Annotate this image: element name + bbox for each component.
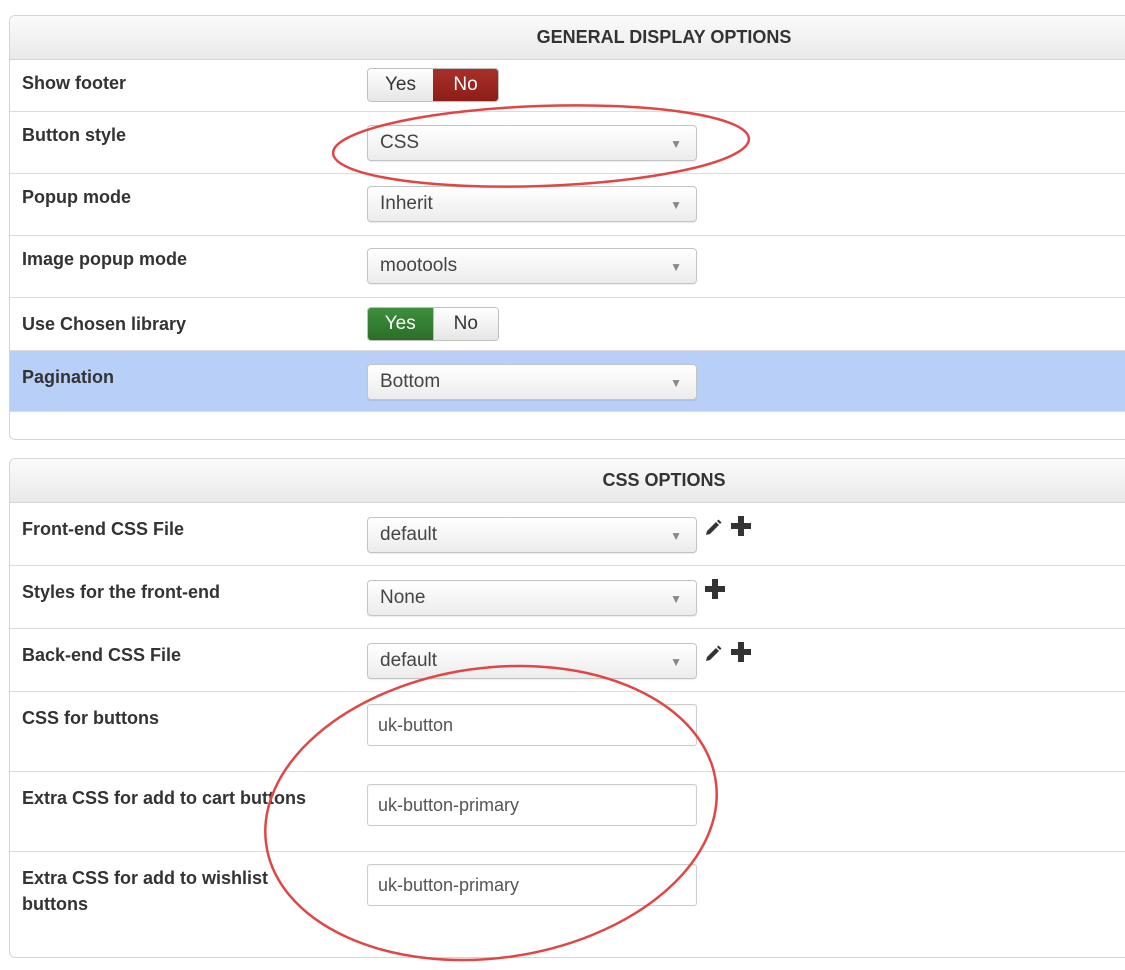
css-options-title: CSS OPTIONS (602, 470, 726, 490)
frontend-styles-select[interactable]: None ▼ (367, 580, 697, 616)
plus-icon[interactable] (728, 639, 754, 665)
caret-down-icon: ▼ (670, 655, 682, 669)
css-options-header: CSS OPTIONS (10, 459, 1125, 503)
backend-css-select[interactable]: default ▼ (367, 643, 697, 679)
caret-down-icon: ▼ (670, 198, 682, 212)
button-style-label: Button style (22, 125, 127, 145)
general-display-panel: GENERAL DISPLAY OPTIONS Show footer Yes … (9, 15, 1125, 440)
row-frontend-styles: Styles for the front-end None ▼ (10, 566, 1125, 629)
extra-css-wishlist-label-line2: buttons (22, 894, 88, 914)
use-chosen-yes-button[interactable]: Yes (368, 308, 433, 340)
row-image-popup-mode: Image popup mode mootools ▼ (10, 236, 1125, 298)
pagination-label: Pagination (22, 367, 115, 387)
row-popup-mode: Popup mode Inherit ▼ (10, 174, 1125, 236)
use-chosen-no-button[interactable]: No (432, 308, 498, 340)
row-extra-css-wishlist: Extra CSS for add to wishlist buttons (10, 852, 1125, 957)
show-footer-label: Show footer (22, 73, 126, 93)
general-display-title: GENERAL DISPLAY OPTIONS (536, 27, 792, 47)
pencil-icon[interactable] (702, 643, 724, 665)
pencil-icon[interactable] (702, 517, 724, 539)
popup-mode-label: Popup mode (22, 187, 131, 207)
row-frontend-css: Front-end CSS File default ▼ (10, 503, 1125, 566)
extra-css-wishlist-label-line1: Extra CSS for add to wishlist (22, 868, 269, 888)
frontend-css-label: Front-end CSS File (22, 519, 184, 539)
caret-down-icon: ▼ (670, 529, 682, 543)
button-style-select[interactable]: CSS ▼ (367, 125, 697, 161)
row-pagination: Pagination Bottom ▼ (10, 351, 1125, 412)
image-popup-mode-select[interactable]: mootools ▼ (367, 248, 697, 284)
plus-icon[interactable] (728, 513, 754, 539)
pagination-select[interactable]: Bottom ▼ (367, 364, 697, 400)
show-footer-toggle: Yes No (367, 68, 499, 102)
plus-icon[interactable] (702, 576, 728, 602)
popup-mode-value: Inherit (380, 193, 433, 214)
extra-css-wishlist-label: Extra CSS for add to wishlist buttons (22, 865, 268, 917)
frontend-css-select[interactable]: default ▼ (367, 517, 697, 553)
extra-css-cart-label: Extra CSS for add to cart buttons (22, 788, 307, 808)
pagination-value: Bottom (380, 371, 441, 392)
button-style-value: CSS (380, 132, 420, 153)
show-footer-yes-button[interactable]: Yes (368, 69, 433, 101)
caret-down-icon: ▼ (670, 260, 682, 274)
row-css-buttons: CSS for buttons (10, 692, 1125, 772)
caret-down-icon: ▼ (670, 137, 682, 151)
image-popup-mode-value: mootools (380, 255, 458, 276)
row-show-footer: Show footer Yes No (10, 60, 1125, 112)
extra-css-cart-input[interactable] (367, 784, 697, 826)
row-extra-css-cart: Extra CSS for add to cart buttons (10, 772, 1125, 852)
row-use-chosen: Use Chosen library Yes No (10, 298, 1125, 351)
css-buttons-input[interactable] (367, 704, 697, 746)
image-popup-mode-label: Image popup mode (22, 249, 188, 269)
frontend-css-value: default (380, 524, 438, 545)
frontend-styles-value: None (380, 587, 426, 608)
backend-css-value: default (380, 650, 438, 671)
css-options-panel: CSS OPTIONS Front-end CSS File default ▼… (9, 458, 1125, 958)
use-chosen-label: Use Chosen library (22, 314, 187, 334)
general-display-header: GENERAL DISPLAY OPTIONS (10, 16, 1125, 60)
row-button-style: Button style CSS ▼ (10, 112, 1125, 174)
caret-down-icon: ▼ (670, 376, 682, 390)
extra-css-wishlist-input[interactable] (367, 864, 697, 906)
show-footer-no-button[interactable]: No (433, 69, 498, 101)
caret-down-icon: ▼ (670, 592, 682, 606)
backend-css-label: Back-end CSS File (22, 645, 182, 665)
popup-mode-select[interactable]: Inherit ▼ (367, 186, 697, 222)
css-buttons-label: CSS for buttons (22, 708, 159, 728)
frontend-styles-label: Styles for the front-end (22, 582, 221, 602)
row-backend-css: Back-end CSS File default ▼ (10, 629, 1125, 692)
